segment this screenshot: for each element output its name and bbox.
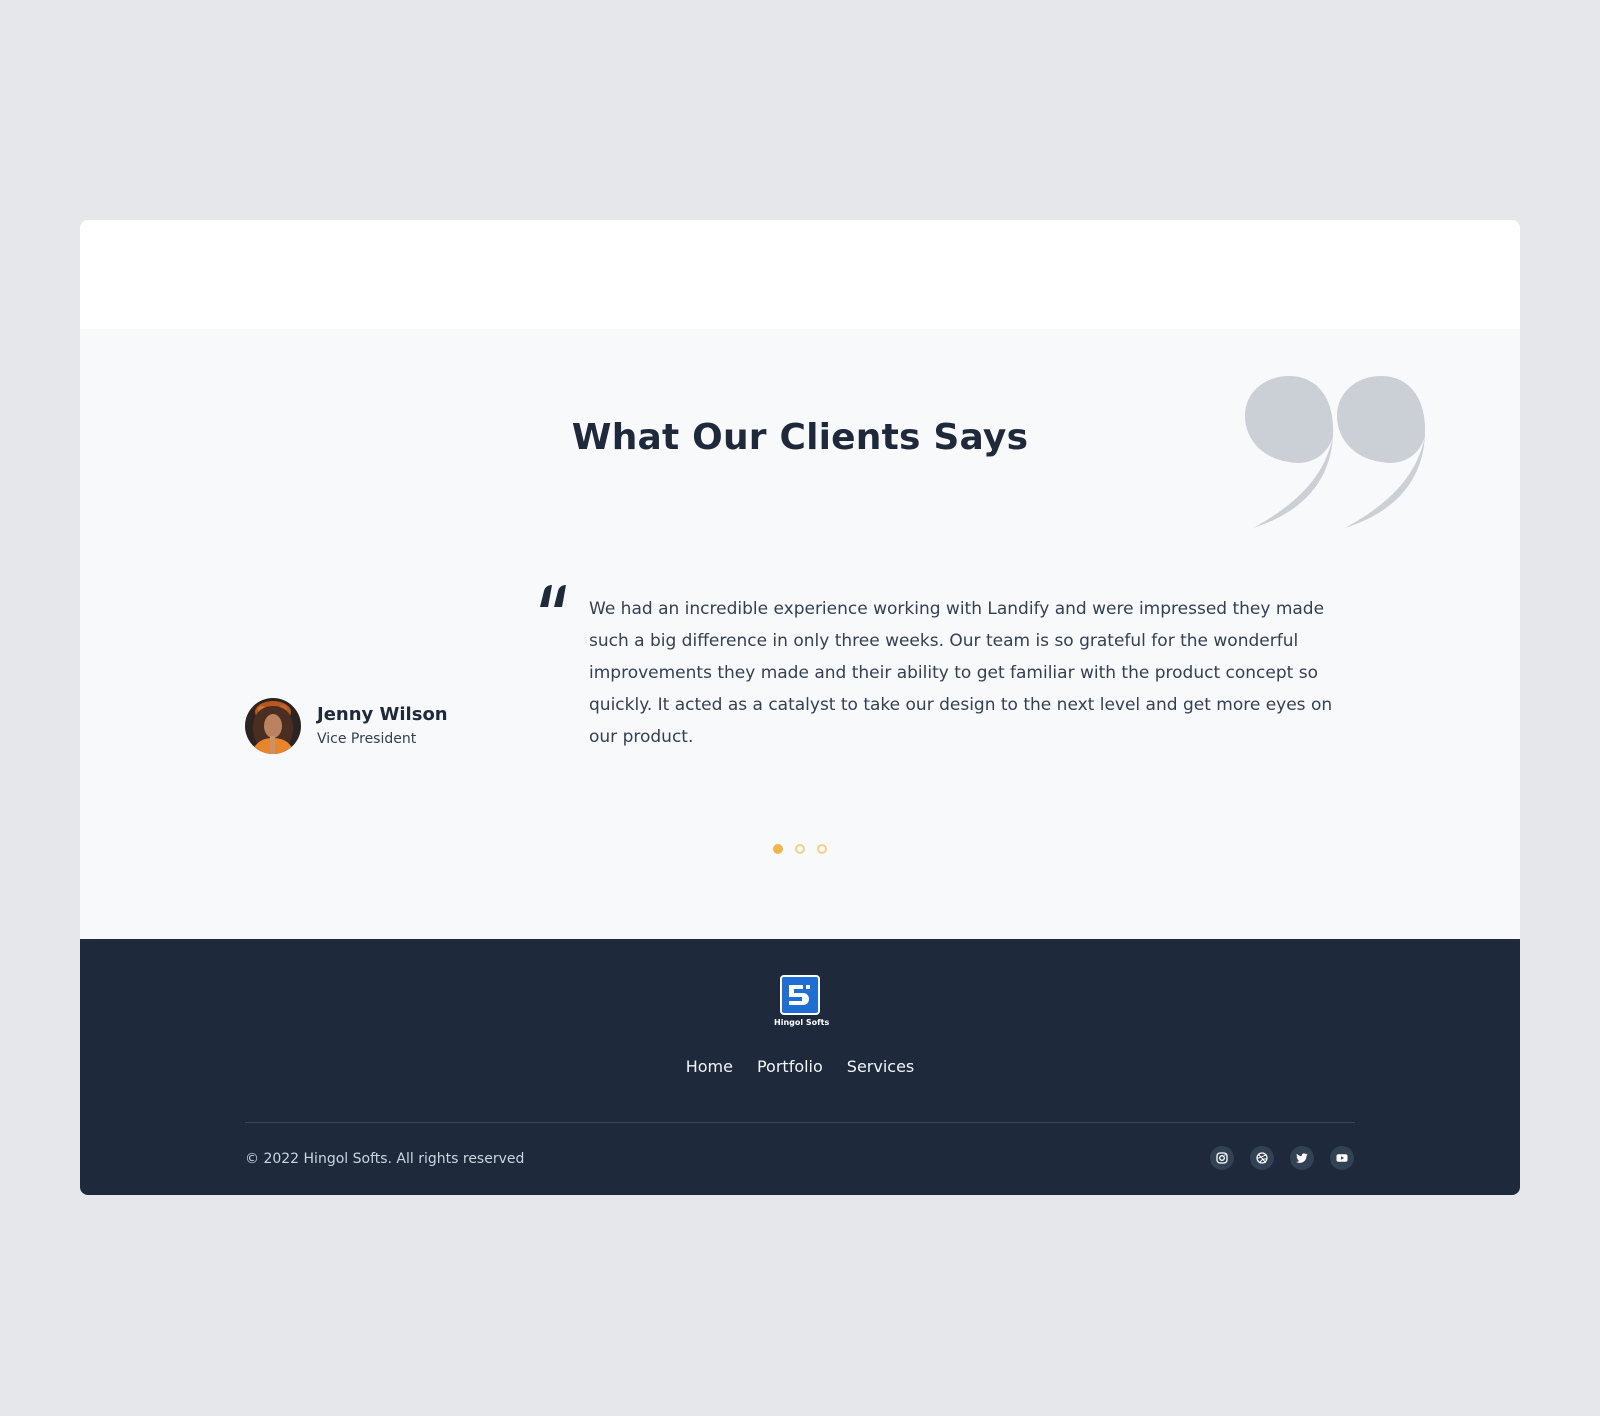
section-title: What Our Clients Says bbox=[571, 417, 1029, 458]
slider-dot[interactable] bbox=[817, 844, 827, 854]
social-links bbox=[1210, 1146, 1354, 1170]
logo-text: Hingol Softs bbox=[774, 1018, 830, 1027]
dribbble-icon[interactable] bbox=[1250, 1146, 1274, 1170]
footer-nav: Home Portfolio Services bbox=[80, 1056, 1520, 1078]
client-name: Jenny Wilson bbox=[317, 704, 448, 725]
logo-mark-icon bbox=[780, 975, 820, 1015]
slider-pagination bbox=[773, 844, 839, 854]
youtube-icon[interactable] bbox=[1330, 1146, 1354, 1170]
opening-quote-icon bbox=[540, 585, 566, 607]
footer-link-services[interactable]: Services bbox=[847, 1056, 914, 1078]
footer-logo[interactable]: Hingol Softs bbox=[774, 975, 830, 1031]
footer-divider bbox=[245, 1122, 1355, 1123]
testimonials-section: What Our Clients Says Jenny Wilson Vice … bbox=[80, 329, 1520, 939]
instagram-icon[interactable] bbox=[1210, 1146, 1234, 1170]
footer: Hingol Softs Home Portfolio Services © 2… bbox=[80, 939, 1520, 1195]
copyright: © 2022 Hingol Softs. All rights reserved bbox=[245, 1151, 525, 1167]
slider-dot[interactable] bbox=[795, 844, 805, 854]
twitter-icon[interactable] bbox=[1290, 1146, 1314, 1170]
slider-dot[interactable] bbox=[773, 844, 783, 854]
avatar bbox=[245, 698, 301, 754]
footer-link-portfolio[interactable]: Portfolio bbox=[757, 1056, 823, 1078]
testimonial-quote: We had an incredible experience working … bbox=[589, 599, 1333, 747]
page-card: What Our Clients Says Jenny Wilson Vice … bbox=[80, 220, 1520, 1195]
client-role: Vice President bbox=[317, 731, 417, 747]
client-info: Jenny Wilson Vice President bbox=[245, 697, 448, 755]
top-strip bbox=[80, 220, 1520, 329]
footer-link-home[interactable]: Home bbox=[686, 1056, 733, 1078]
